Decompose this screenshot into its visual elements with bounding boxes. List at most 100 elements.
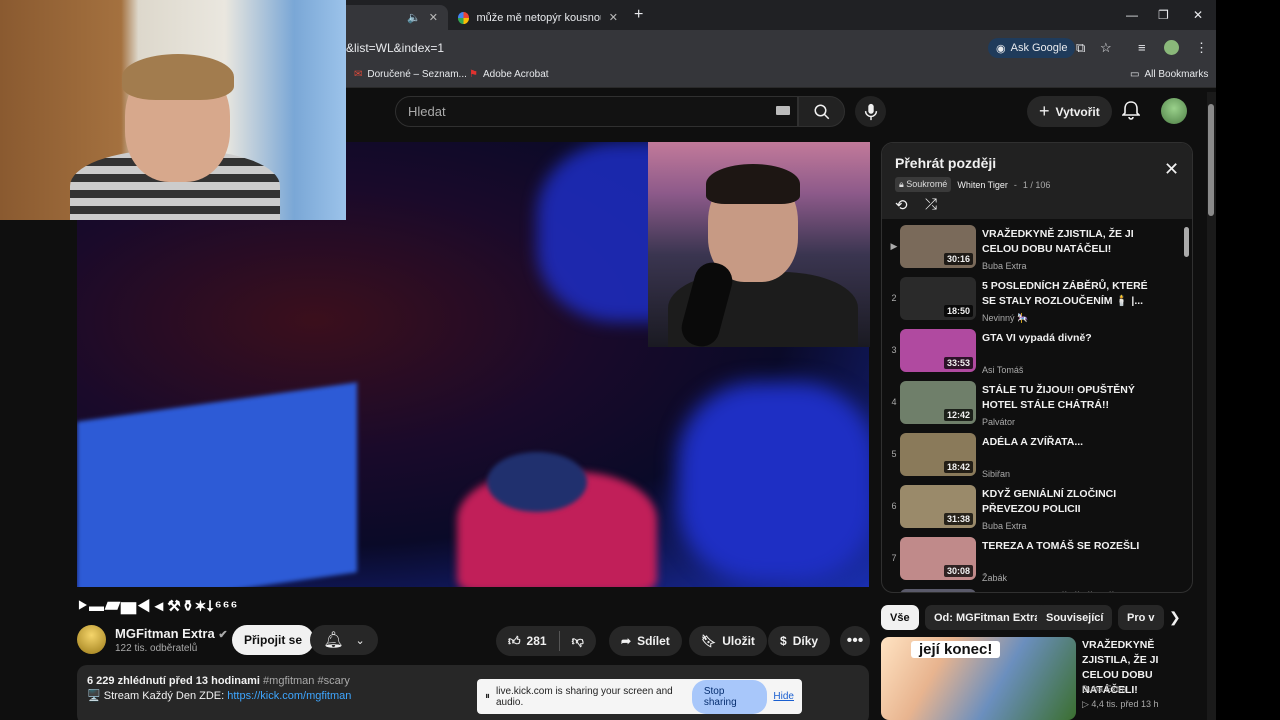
video-frame-shape — [77, 382, 357, 587]
hide-button[interactable]: Hide — [773, 691, 794, 702]
playlist-scrollbar[interactable] — [1184, 227, 1189, 257]
playlist-thumbnail[interactable]: 12:42 — [900, 381, 976, 424]
playlist-item-channel[interactable]: Asi Tomáš — [982, 365, 1023, 375]
join-button[interactable]: Připojit se — [232, 625, 315, 655]
stop-sharing-button[interactable]: Stop sharing — [691, 679, 768, 714]
mute-icon[interactable]: 🔈 — [407, 11, 421, 24]
close-tab-icon[interactable]: ✕ — [609, 11, 618, 24]
playlist-item-channel[interactable]: Palvátor — [982, 417, 1015, 427]
playlist-thumbnail[interactable] — [900, 589, 976, 592]
like-button[interactable]: 👍︎ — [508, 634, 521, 649]
duration-badge: 30:16 — [943, 253, 973, 265]
bookmark-seznam[interactable]: ✉ Doručené – Seznam... — [354, 69, 467, 80]
description-link[interactable]: https://kick.com/mgfitman — [227, 690, 351, 702]
tab-search[interactable]: může mě netopýr kousnout? - Ǝ ✕ — [448, 5, 628, 30]
close-playlist-icon[interactable]: ✕ — [1164, 159, 1179, 180]
playlist-item-title[interactable]: 5 POSLEDNÍCH ZÁBĚRŮ, KTERÉ SE STALY ROZL… — [982, 279, 1150, 309]
voice-search-button[interactable] — [855, 96, 886, 127]
playlist-item-title[interactable]: STÁLE TU ŽIJOU!! OPUŠTĚNÝ HOTEL STÁLE CH… — [982, 383, 1150, 413]
create-button[interactable]: + Vytvořit — [1027, 96, 1112, 127]
filter-chip[interactable]: Související — [1037, 605, 1113, 630]
close-tab-icon[interactable]: ✕ — [429, 11, 438, 24]
folder-icon: ▭ — [1130, 69, 1140, 80]
playlist-item[interactable]: 7 30:08 TEREZA A TOMÁŠ SE ROZEŠLI Žabák — [882, 537, 1182, 587]
chevron-right-icon[interactable]: ❯ — [1169, 609, 1181, 626]
bookmark-acrobat[interactable]: ⚑ Adobe Acrobat — [469, 69, 549, 80]
playlist-item-title[interactable]: VRAŽEDKYNĚ ZJISTILA, ŽE JI CELOU DOBU NA… — [982, 227, 1150, 257]
maximize-button[interactable]: ❐ — [1158, 8, 1169, 22]
loop-icon[interactable]: ⟲ — [895, 196, 908, 214]
new-tab-button[interactable]: + — [634, 6, 643, 24]
playlist-title[interactable]: Přehrát později — [895, 155, 996, 171]
media-queue-icon[interactable]: ≡ — [1138, 40, 1146, 55]
recommendation-channel[interactable]: Buba Extra — [1082, 684, 1127, 694]
menu-kebab-icon[interactable]: ⋮ — [1195, 40, 1208, 56]
playlist-owner[interactable]: Whiten Tiger — [957, 180, 1008, 190]
views-date: 6 229 zhlédnutí před 13 hodinami — [87, 675, 260, 687]
filter-chip[interactable]: Vše — [881, 605, 919, 630]
seznam-icon: ✉ — [354, 69, 363, 80]
playlist-item-title[interactable]: KDYŽ GENIÁLNÍ ZLOČINCI PŘEVEZOU POLICII — [982, 487, 1150, 517]
share-button[interactable]: ➦ Sdílet — [609, 626, 682, 656]
playlist-thumbnail[interactable]: 18:42 — [900, 433, 976, 476]
more-actions-button[interactable]: ••• — [840, 626, 870, 656]
playlist-thumbnail[interactable]: 33:53 — [900, 329, 976, 372]
profile-avatar[interactable] — [1164, 40, 1179, 55]
playlist-item-title[interactable]: TI NEJSTUPIDNĚJŠÍ ŘIDIČI NA — [982, 591, 1150, 592]
playlist-item-channel[interactable]: Nevinný 🎠 — [982, 313, 1028, 324]
playlist-item[interactable]: 5 18:42 ADÉLA A ZVÍŘATA... Sibiřan — [882, 433, 1182, 483]
hashtags[interactable]: #mgfitman #scary — [263, 675, 350, 687]
playlist-thumbnail[interactable]: 18:50 — [900, 277, 976, 320]
playlist-item-channel[interactable]: Sibiřan — [982, 469, 1010, 479]
search-input[interactable]: Hledat — [395, 96, 798, 127]
close-window-button[interactable]: ✕ — [1193, 8, 1203, 22]
search-button[interactable] — [798, 96, 845, 127]
playlist-item-channel[interactable]: Žabák — [982, 573, 1007, 583]
shuffle-icon[interactable]: ⤮ — [925, 196, 937, 213]
playlist-item[interactable]: 3 33:53 GTA VI vypadá divně? Asi Tomáš — [882, 329, 1182, 379]
playlist-index: 7 — [891, 553, 897, 563]
subscription-bell-button[interactable]: 🔔︎ ⌄ — [310, 625, 378, 655]
playlist-item[interactable]: 8TI NEJSTUPIDNĚJŠÍ ŘIDIČI NA — [882, 589, 1182, 592]
save-button[interactable]: 🔖︎ Uložit — [689, 626, 767, 656]
channel-avatar[interactable] — [77, 625, 106, 654]
playlist-item-channel[interactable]: Buba Extra — [982, 261, 1027, 271]
account-avatar[interactable] — [1161, 98, 1187, 124]
filter-chip[interactable]: Pro v — [1118, 605, 1164, 630]
ask-google-button[interactable]: ◉ Ask Google — [988, 38, 1076, 58]
playlist-thumbnail[interactable]: 30:16 — [900, 225, 976, 268]
keyboard-icon[interactable] — [776, 106, 790, 115]
screen-share-bar: ⏸ live.kick.com is sharing your screen a… — [477, 679, 802, 714]
description-line: 🖥️ Stream Každý Den ZDE: — [87, 690, 228, 702]
page-scrollbar-thumb[interactable] — [1208, 104, 1214, 216]
playlist-item-title[interactable]: ADÉLA A ZVÍŘATA... — [982, 435, 1150, 450]
playlist-item-title[interactable]: TEREZA A TOMÁŠ SE ROZEŠLI — [982, 539, 1150, 554]
playlist-item[interactable]: ▶ 30:16 VRAŽEDKYNĚ ZJISTILA, ŽE JI CELOU D… — [882, 225, 1182, 275]
duration-badge: 18:42 — [943, 461, 973, 473]
playlist-item-title[interactable]: GTA VI vypadá divně? — [982, 331, 1150, 346]
thanks-label: Díky — [792, 634, 819, 648]
cast-icon[interactable]: ⧉ — [1076, 40, 1085, 56]
recommendation-thumbnail[interactable]: její konec! — [881, 637, 1076, 720]
playlist-position: 1 / 106 — [1022, 179, 1051, 190]
playlist-item[interactable]: 6 31:38 KDYŽ GENIÁLNÍ ZLOČINCI PŘEVEZOU PO… — [882, 485, 1182, 535]
playlist-index: 4 — [891, 397, 897, 407]
playlist-thumbnail[interactable]: 31:38 — [900, 485, 976, 528]
notifications-button[interactable] — [1121, 100, 1141, 125]
url-field[interactable]: &list=WL&index=1 — [346, 41, 444, 55]
cam-hair — [706, 164, 800, 204]
filter-chip[interactable]: Od: MGFitman Extra — [925, 605, 1050, 630]
channel-name[interactable]: MGFitman Extra ✔ — [115, 626, 228, 641]
playlist-item-channel[interactable]: Buba Extra — [982, 521, 1027, 531]
playlist-item[interactable]: 4 12:42 STÁLE TU ŽIJOU!! OPUŠTĚNÝ HOTEL ST… — [882, 381, 1182, 431]
thanks-button[interactable]: $ Díky — [768, 626, 831, 656]
bookmark-icon: 🔖︎ — [701, 634, 717, 648]
playlist-item[interactable]: 2 18:50 5 POSLEDNÍCH ZÁBĚRŮ, KTERÉ SE STAL… — [882, 277, 1182, 327]
bookmark-label: Adobe Acrobat — [482, 69, 549, 80]
playlist-thumbnail[interactable]: 30:08 — [900, 537, 976, 580]
playlist-index: 2 — [891, 293, 897, 303]
dislike-button[interactable]: 👎︎ — [572, 634, 584, 649]
bookmark-star-icon[interactable]: ☆ — [1100, 40, 1112, 56]
all-bookmarks[interactable]: ▭ All Bookmarks — [1130, 69, 1208, 80]
minimize-button[interactable]: — — [1126, 8, 1138, 22]
